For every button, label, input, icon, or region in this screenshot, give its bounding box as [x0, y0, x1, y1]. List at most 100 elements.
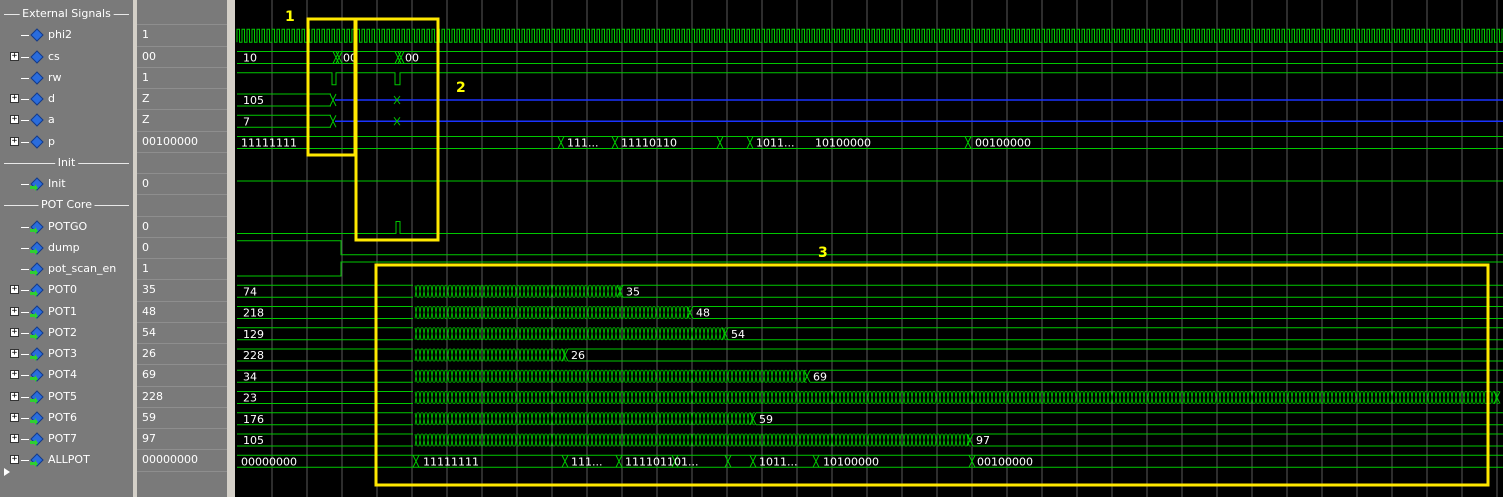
- group-name: External Signals: [19, 7, 114, 20]
- signal-row[interactable]: pot_scan_en: [0, 259, 133, 280]
- signal-diamond-icon: [30, 49, 44, 64]
- signal-value-cell[interactable]: 48: [137, 302, 227, 323]
- signal-value-cell[interactable]: Z: [137, 110, 227, 131]
- wave-value-label: 74: [243, 285, 257, 298]
- expand-icon[interactable]: +: [10, 51, 19, 61]
- signal-name: POT7: [48, 432, 78, 445]
- signal-value: 00100000: [142, 134, 198, 148]
- signal-value-cell[interactable]: 35: [137, 280, 227, 301]
- signal-value-cell[interactable]: 54: [137, 323, 227, 344]
- expand-icon[interactable]: +: [10, 455, 19, 465]
- cursor-marker-icon[interactable]: [4, 468, 10, 476]
- signal-value-cell[interactable]: 228: [137, 387, 227, 408]
- expand-icon[interactable]: +: [10, 306, 19, 316]
- bus-transition: [746, 136, 754, 149]
- wave-value-label: 26: [571, 349, 585, 362]
- tree-connector: [21, 417, 29, 419]
- signal-value-cell[interactable]: 1: [137, 259, 227, 280]
- bus-transition: [716, 136, 724, 149]
- bus-transition: [412, 455, 420, 468]
- signal-row[interactable]: + POT4: [0, 365, 133, 386]
- signal-row[interactable]: + POT2: [0, 323, 133, 344]
- signal-name: d: [48, 92, 55, 105]
- signal-value-cell[interactable]: 69: [137, 365, 227, 386]
- signal-value-cell[interactable]: Z: [137, 89, 227, 110]
- signal-value-cell[interactable]: 00100000: [137, 132, 227, 153]
- signal-value-cell[interactable]: 59: [137, 408, 227, 429]
- signal-value: Z: [142, 92, 150, 105]
- expand-icon[interactable]: +: [10, 94, 19, 103]
- signal-value-cell[interactable]: 97: [137, 429, 227, 450]
- signal-name-panel: External Signals phi2 + cs rw + d + a + p Init Init P…: [0, 0, 133, 497]
- tree-connector: [21, 247, 29, 249]
- signal-value-cell[interactable]: 26: [137, 344, 227, 365]
- signal-diamond-icon: [30, 304, 44, 319]
- signal-row[interactable]: + POT0: [0, 280, 133, 301]
- bus-transition: [397, 51, 405, 64]
- expand-icon[interactable]: +: [10, 349, 19, 358]
- group-header[interactable]: Init: [0, 153, 133, 174]
- signal-value: 26: [142, 347, 156, 360]
- signal-row[interactable]: + cs: [0, 47, 133, 68]
- wave-value-label: 10: [243, 52, 257, 65]
- bus-transition: [803, 370, 811, 383]
- expand-icon[interactable]: +: [10, 136, 19, 146]
- tree-connector: [21, 396, 29, 398]
- wave-value-label: 00100000: [977, 455, 1033, 468]
- signal-row[interactable]: + POT3: [0, 344, 133, 365]
- tree-connector: [21, 99, 29, 100]
- signal-row[interactable]: + p: [0, 132, 133, 153]
- signal-name: POT4: [48, 368, 78, 382]
- signal-row[interactable]: phi2: [0, 25, 133, 46]
- signal-value-cell[interactable]: 00: [137, 47, 227, 68]
- signal-value-cell[interactable]: 0: [137, 174, 227, 195]
- panel-divider[interactable]: [227, 0, 235, 497]
- expand-icon[interactable]: +: [10, 412, 19, 422]
- wave-value-label: 10100000: [823, 455, 879, 468]
- signal-name: POT5: [48, 389, 78, 403]
- expand-icon[interactable]: +: [10, 115, 19, 125]
- annotation-box: [374, 263, 1490, 487]
- signal-row[interactable]: rw: [0, 68, 133, 89]
- tree-connector: [21, 460, 29, 462]
- signal-row[interactable]: dump: [0, 238, 133, 259]
- expand-icon[interactable]: +: [10, 434, 19, 443]
- signal-row[interactable]: + ALLPOT: [0, 450, 133, 471]
- bus-transition: [964, 136, 972, 149]
- expand-icon[interactable]: +: [10, 285, 19, 295]
- signal-value-cell[interactable]: 0: [137, 217, 227, 238]
- signal-row[interactable]: + POT6: [0, 408, 133, 429]
- tree-connector: [21, 269, 29, 270]
- signal-name: cs: [48, 49, 60, 63]
- signal-value: 69: [142, 368, 156, 382]
- group-header[interactable]: POT Core: [0, 195, 133, 216]
- group-header[interactable]: External Signals: [0, 4, 133, 25]
- signal-row[interactable]: Init: [0, 174, 133, 195]
- signal-row[interactable]: + a: [0, 110, 133, 131]
- waveform-panel[interactable]: 10 00 00 105 7 11111111 111... 11110110 1011... 1…: [235, 0, 1503, 497]
- expand-icon[interactable]: +: [10, 370, 19, 380]
- logic-wave: [237, 240, 1503, 256]
- signal-name: a: [48, 113, 55, 127]
- group-name: Init: [54, 155, 79, 169]
- signal-name: pot_scan_en: [48, 262, 117, 275]
- signal-value-cell[interactable]: 1: [137, 68, 227, 89]
- expand-icon[interactable]: +: [10, 327, 19, 337]
- signal-name: ALLPOT: [48, 453, 90, 467]
- signal-row[interactable]: + POT1: [0, 302, 133, 323]
- signal-value-cell[interactable]: 1: [137, 25, 227, 46]
- signal-row[interactable]: + POT5: [0, 387, 133, 408]
- waveform-canvas[interactable]: 10 00 00105711111111 111... 11110110 1011... 1…: [235, 0, 1503, 497]
- expand-icon[interactable]: +: [10, 391, 19, 401]
- signal-name: p: [48, 134, 55, 148]
- signal-row[interactable]: POTGO: [0, 217, 133, 238]
- wave-value-label: 1011...: [756, 137, 794, 150]
- signal-value-cell[interactable]: 00000000: [137, 450, 227, 471]
- signal-row[interactable]: + d: [0, 89, 133, 110]
- signal-row[interactable]: + POT7: [0, 429, 133, 450]
- wave-value-label: 35: [626, 285, 640, 298]
- signal-value: 59: [142, 410, 156, 424]
- wave-value-label: 11111111: [241, 137, 297, 150]
- wave-value-label: 1...: [681, 455, 699, 468]
- signal-value-cell[interactable]: 0: [137, 238, 227, 259]
